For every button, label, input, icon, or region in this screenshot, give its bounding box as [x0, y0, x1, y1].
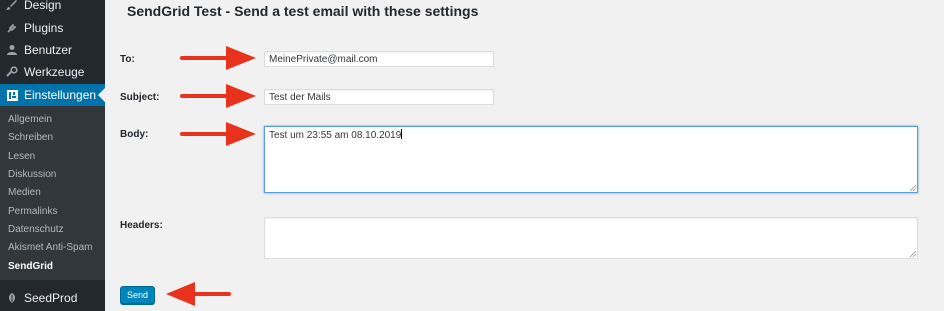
- resize-grip-icon[interactable]: [910, 185, 916, 191]
- admin-sidebar: Design Plugins Benutzer Werkzeuge Einste…: [0, 0, 105, 311]
- submenu-item-akismet[interactable]: Akismet Anti-Spam: [8, 242, 92, 253]
- body-text: Test um 23:55 am 08.10.2019: [269, 130, 402, 141]
- seedprod-icon: [0, 292, 24, 304]
- text-caret: [401, 129, 403, 139]
- user-icon: [0, 44, 24, 56]
- menu-label: Plugins: [24, 21, 64, 35]
- submenu-item-sendgrid[interactable]: SendGrid: [8, 261, 53, 272]
- paintbrush-icon: [0, 0, 24, 11]
- menu-item-einstellungen[interactable]: Einstellungen: [0, 84, 105, 106]
- body-label: Body:: [120, 129, 149, 140]
- submenu-item-permalinks[interactable]: Permalinks: [8, 206, 57, 217]
- page-title: SendGrid Test - Send a test email with t…: [127, 3, 479, 19]
- submenu-item-allgemein[interactable]: Allgemein: [8, 114, 52, 125]
- menu-label: Benutzer: [24, 43, 73, 57]
- menu-label: Werkzeuge: [24, 65, 85, 79]
- plugin-icon: [0, 22, 24, 34]
- menu-item-seedprod[interactable]: SeedProd: [0, 287, 105, 309]
- arrow-right-icon: [180, 46, 256, 70]
- to-label: To:: [120, 54, 135, 65]
- menu-label: Einstellungen: [24, 88, 97, 102]
- subject-label: Subject:: [120, 92, 160, 103]
- arrow-left-icon: [166, 282, 231, 306]
- arrow-right-icon: [180, 84, 256, 108]
- menu-item-benutzer[interactable]: Benutzer: [0, 39, 105, 61]
- submenu-item-schreiben[interactable]: Schreiben: [8, 132, 53, 143]
- send-button[interactable]: Send: [120, 286, 155, 304]
- headers-textarea[interactable]: [264, 217, 918, 259]
- submenu-item-datenschutz[interactable]: Datenschutz: [8, 224, 64, 235]
- settings-submenu: Allgemein Schreiben Lesen Diskussion Med…: [0, 106, 105, 280]
- submenu-item-medien[interactable]: Medien: [8, 187, 41, 198]
- headers-label: Headers:: [120, 220, 163, 231]
- menu-item-plugins[interactable]: Plugins: [0, 17, 105, 39]
- menu-label: SeedProd: [24, 291, 78, 305]
- arrow-right-icon: [180, 122, 256, 146]
- to-input[interactable]: MeinePrivate@mail.com: [264, 51, 494, 67]
- menu-item-design[interactable]: Design: [0, 0, 105, 16]
- menu-label: Design: [24, 0, 62, 12]
- resize-grip-icon[interactable]: [910, 251, 916, 257]
- submenu-item-diskussion[interactable]: Diskussion: [8, 169, 56, 180]
- subject-input[interactable]: Test der Mails: [264, 89, 494, 105]
- body-textarea[interactable]: Test um 23:55 am 08.10.2019: [264, 126, 918, 193]
- wrench-icon: [0, 66, 24, 78]
- active-indicator: [98, 88, 105, 102]
- menu-item-werkzeuge[interactable]: Werkzeuge: [0, 61, 105, 83]
- submenu-item-lesen[interactable]: Lesen: [8, 151, 35, 162]
- settings-icon: [0, 89, 24, 101]
